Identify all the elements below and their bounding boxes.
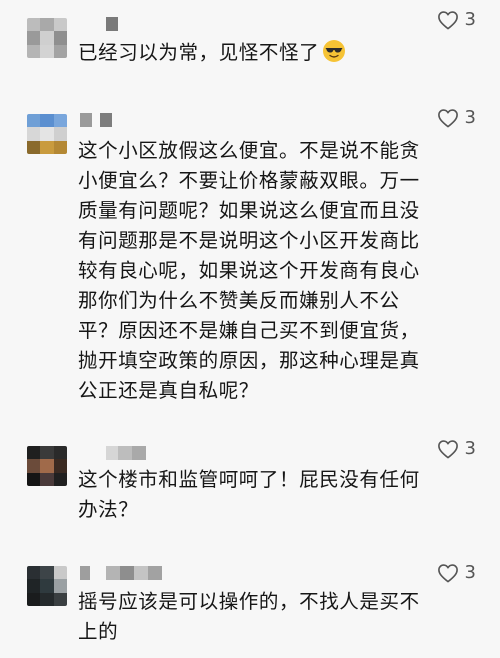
avatar[interactable] xyxy=(27,18,67,58)
avatar[interactable] xyxy=(27,114,67,154)
comment-text: 这个楼市和监管呵呵了！屁民没有任何 办法？ xyxy=(78,468,420,521)
like-count: 3 xyxy=(464,562,476,583)
heart-icon xyxy=(437,440,458,459)
username-blurred[interactable] xyxy=(80,113,112,127)
like-button[interactable]: 3 xyxy=(437,563,476,583)
comment-text: 摇号应该是可以操作的，不找人是买不 上的 xyxy=(78,590,420,643)
avatar[interactable] xyxy=(27,446,67,486)
like-count: 3 xyxy=(464,107,476,128)
avatar[interactable] xyxy=(27,566,67,606)
username-blurred[interactable] xyxy=(80,566,162,580)
like-button[interactable]: 3 xyxy=(437,10,476,30)
comment-text: 这个小区放假这么便宜。不是说不能贪 小便宜么？不要让价格蒙蔽双眼。万一 质量有问… xyxy=(78,139,420,402)
username-blurred[interactable] xyxy=(106,446,146,460)
heart-icon xyxy=(437,11,458,30)
heart-icon xyxy=(437,564,458,583)
like-count: 3 xyxy=(464,438,476,459)
like-button[interactable]: 3 xyxy=(437,108,476,128)
username-blurred[interactable] xyxy=(106,17,118,31)
cool-sunglasses-emoji-icon xyxy=(323,40,346,62)
comment-text: 已经习以为常，见怪不怪了 xyxy=(78,38,478,68)
like-button[interactable]: 3 xyxy=(437,439,476,459)
heart-icon xyxy=(437,109,458,128)
like-count: 3 xyxy=(464,9,476,30)
comment-text-content: 已经习以为常，见怪不怪了 xyxy=(78,41,320,64)
